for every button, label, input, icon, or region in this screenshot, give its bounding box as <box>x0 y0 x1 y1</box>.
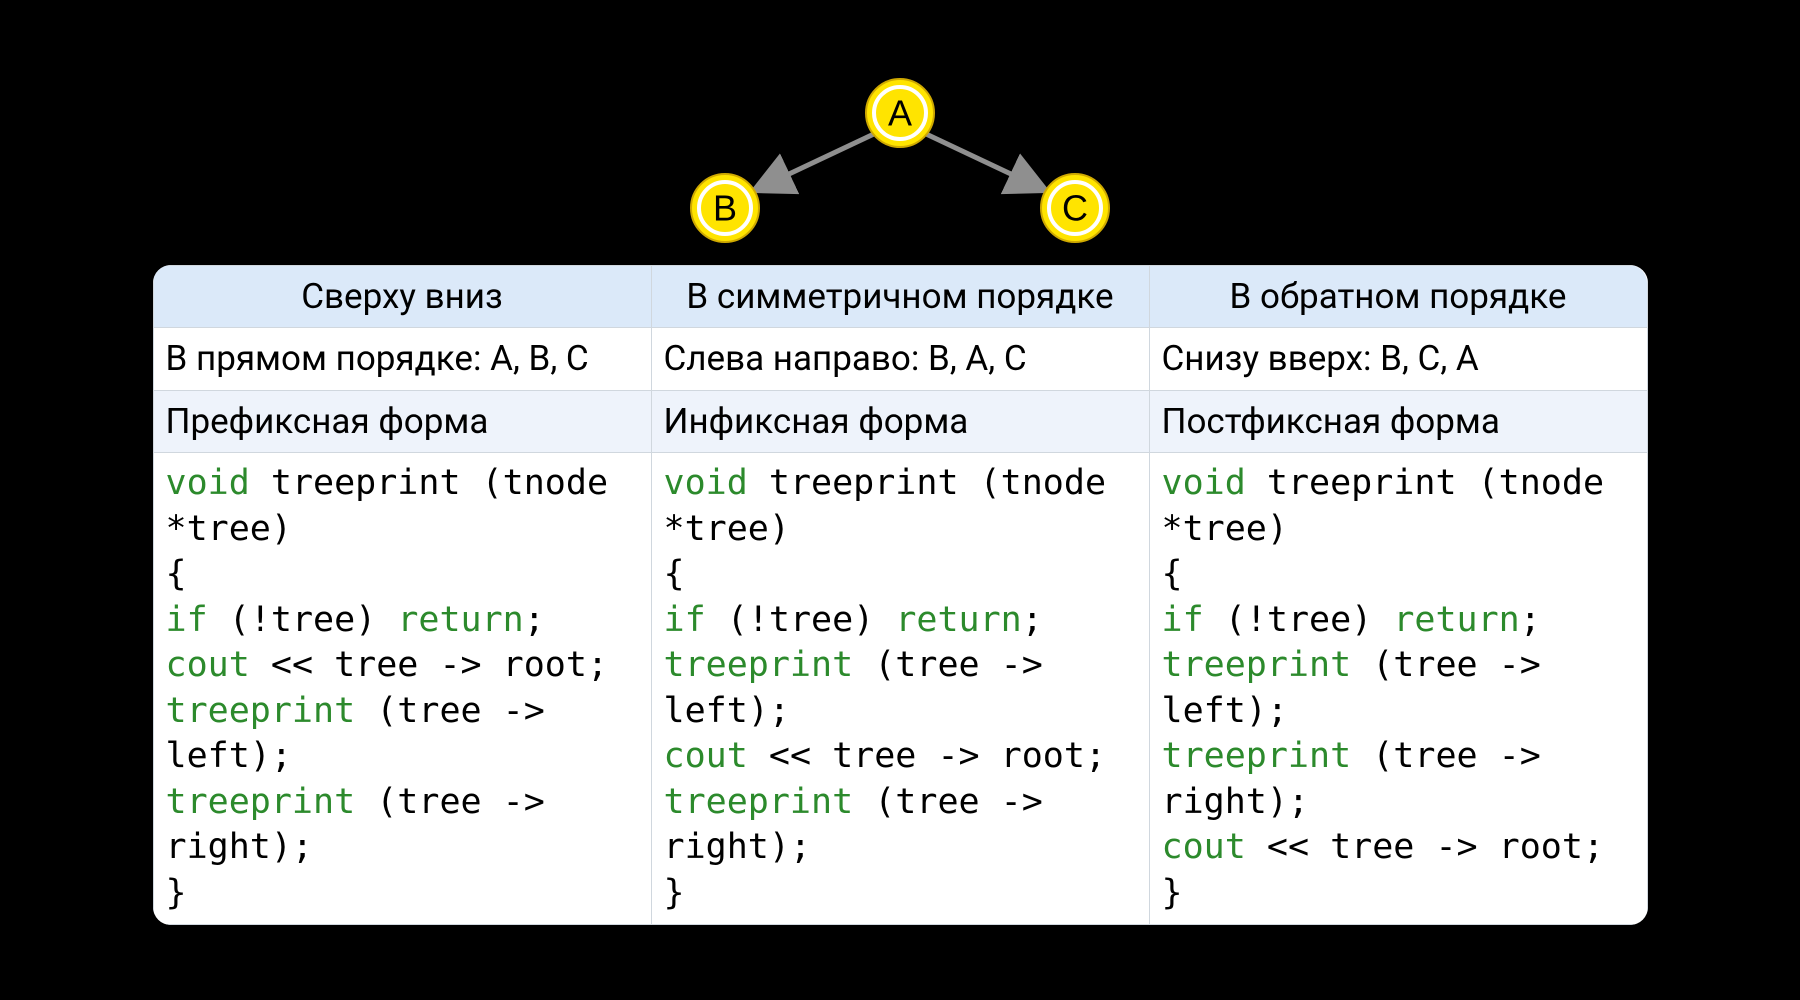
desc-preorder: В прямом порядке: A, B, C <box>153 328 651 391</box>
form-postorder: Постфиксная форма <box>1149 390 1647 453</box>
tree-node-c: C <box>1062 187 1088 228</box>
col-header-postorder: В обратном порядке <box>1149 265 1647 328</box>
desc-postorder: Снизу вверх: B, C, A <box>1149 328 1647 391</box>
code-postorder: void treeprint (tnode *tree) { if (!tree… <box>1149 453 1647 925</box>
col-header-inorder: В симметричном порядке <box>651 265 1149 328</box>
tree-diagram: A B C <box>640 75 1160 250</box>
code-inorder: void treeprint (tnode *tree) { if (!tree… <box>651 453 1149 925</box>
desc-inorder: Слева направо: B, A, C <box>651 328 1149 391</box>
form-inorder: Инфиксная форма <box>651 390 1149 453</box>
col-header-preorder: Сверху вниз <box>153 265 651 328</box>
traversal-table: Сверху вниз В симметричном порядке В обр… <box>153 265 1648 926</box>
form-preorder: Префиксная форма <box>153 390 651 453</box>
code-preorder: void treeprint (tnode *tree) { if (!tree… <box>153 453 651 925</box>
tree-node-a: A <box>888 92 912 133</box>
tree-node-b: B <box>713 187 737 228</box>
